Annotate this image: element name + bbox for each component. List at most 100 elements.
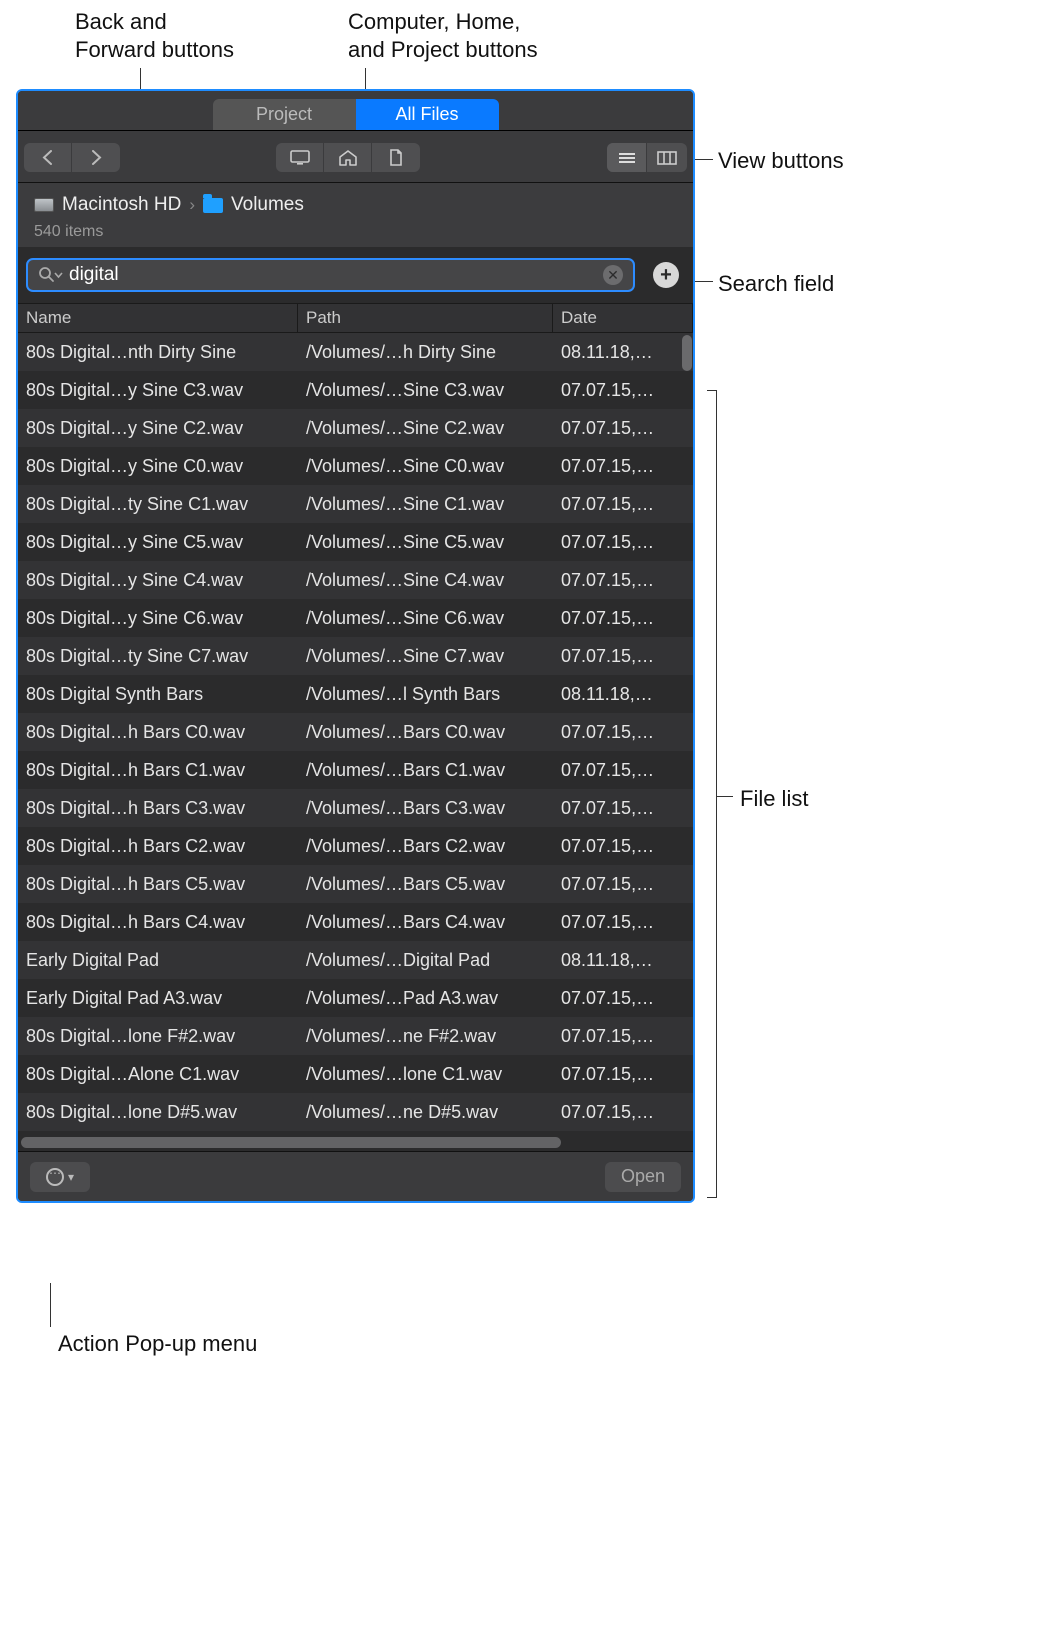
table-row[interactable]: 80s Digital…ty Sine C1.wav/Volumes/…Sine…: [18, 485, 693, 523]
table-row[interactable]: 80s Digital…y Sine C5.wav/Volumes/…Sine …: [18, 523, 693, 561]
table-row[interactable]: 80s Digital…h Bars C0.wav/Volumes/…Bars …: [18, 713, 693, 751]
horizontal-scrollbar-track: [18, 1133, 693, 1151]
home-button[interactable]: [324, 143, 372, 172]
cell-date: 07.07.15,…: [553, 874, 693, 895]
tab-all-files[interactable]: All Files: [356, 99, 499, 130]
search-input[interactable]: [69, 264, 603, 286]
cell-path: /Volumes/…Bars C2.wav: [298, 836, 553, 857]
cell-name: 80s Digital…Alone C1.wav: [18, 1064, 298, 1085]
cell-name: 80s Digital…h Bars C3.wav: [18, 798, 298, 819]
table-row[interactable]: 80s Digital…h Bars C3.wav/Volumes/…Bars …: [18, 789, 693, 827]
table-row[interactable]: 80s Digital Synth Bars/Volumes/…l Synth …: [18, 675, 693, 713]
table-row[interactable]: 80s Digital…nth Dirty Sine/Volumes/…h Di…: [18, 333, 693, 371]
callout-action-popup: Action Pop-up menu: [58, 1330, 257, 1358]
callout-location: Computer, Home, and Project buttons: [348, 8, 538, 63]
column-header-path[interactable]: Path: [298, 304, 553, 332]
cell-path: /Volumes/…Sine C4.wav: [298, 570, 553, 591]
table-row[interactable]: 80s Digital…h Bars C1.wav/Volumes/…Bars …: [18, 751, 693, 789]
vertical-scrollbar[interactable]: [682, 335, 692, 371]
table-row[interactable]: 80s Digital…h Bars C2.wav/Volumes/…Bars …: [18, 827, 693, 865]
project-button[interactable]: [372, 143, 420, 172]
cell-name: 80s Digital…h Bars C1.wav: [18, 760, 298, 781]
column-header-date[interactable]: Date: [553, 304, 693, 332]
file-browser-window: Project All Files: [16, 89, 695, 1203]
cell-name: 80s Digital…y Sine C5.wav: [18, 532, 298, 553]
cell-date: 07.07.15,…: [553, 988, 693, 1009]
cell-path: /Volumes/…Pad A3.wav: [298, 988, 553, 1009]
horizontal-scrollbar[interactable]: [21, 1137, 561, 1148]
cell-name: 80s Digital…y Sine C3.wav: [18, 380, 298, 401]
action-popup-menu[interactable]: ▾: [30, 1162, 90, 1192]
table-row[interactable]: 80s Digital…y Sine C3.wav/Volumes/…Sine …: [18, 371, 693, 409]
home-icon: [339, 150, 357, 166]
cell-path: /Volumes/…Sine C1.wav: [298, 494, 553, 515]
table-row[interactable]: 80s Digital…y Sine C6.wav/Volumes/…Sine …: [18, 599, 693, 637]
column-header-name[interactable]: Name: [18, 304, 298, 332]
table-row[interactable]: 80s Digital…Alone C1.wav/Volumes/…lone C…: [18, 1055, 693, 1093]
document-icon: [389, 149, 403, 166]
breadcrumb-separator: ›: [189, 195, 195, 215]
cell-path: /Volumes/…Sine C2.wav: [298, 418, 553, 439]
cell-date: 08.11.18,…: [553, 950, 693, 971]
cell-path: /Volumes/…Sine C7.wav: [298, 646, 553, 667]
cell-name: Early Digital Pad A3.wav: [18, 988, 298, 1009]
table-row[interactable]: 80s Digital…Alone C4.wav/Volumes/…lone C…: [18, 1131, 693, 1133]
chevron-right-icon: [91, 150, 102, 165]
cell-path: /Volumes/…Sine C6.wav: [298, 608, 553, 629]
table-row[interactable]: 80s Digital…ty Sine C7.wav/Volumes/…Sine…: [18, 637, 693, 675]
cell-date: 07.07.15,…: [553, 418, 693, 439]
cell-path: /Volumes/…h Dirty Sine: [298, 342, 553, 363]
cell-path: /Volumes/…Digital Pad: [298, 950, 553, 971]
location-group: [276, 143, 420, 172]
cell-name: 80s Digital…y Sine C0.wav: [18, 456, 298, 477]
file-list-wrap: 80s Digital…nth Dirty Sine/Volumes/…h Di…: [18, 333, 693, 1133]
file-list[interactable]: 80s Digital…nth Dirty Sine/Volumes/…h Di…: [18, 333, 693, 1133]
table-row[interactable]: 80s Digital…y Sine C4.wav/Volumes/…Sine …: [18, 561, 693, 599]
cell-name: 80s Digital…y Sine C6.wav: [18, 608, 298, 629]
table-header: Name Path Date: [18, 303, 693, 333]
computer-icon: [290, 150, 310, 165]
table-row[interactable]: 80s Digital…h Bars C4.wav/Volumes/…Bars …: [18, 903, 693, 941]
cell-name: 80s Digital…h Bars C0.wav: [18, 722, 298, 743]
table-row[interactable]: 80s Digital…lone D#5.wav/Volumes/…ne D#5…: [18, 1093, 693, 1131]
list-view-button[interactable]: [607, 143, 647, 172]
tab-project[interactable]: Project: [213, 99, 356, 130]
cell-name: 80s Digital…lone F#2.wav: [18, 1026, 298, 1047]
table-row[interactable]: 80s Digital…lone F#2.wav/Volumes/…ne F#2…: [18, 1017, 693, 1055]
clear-search-button[interactable]: ✕: [603, 265, 623, 285]
cell-date: 07.07.15,…: [553, 836, 693, 857]
cell-path: /Volumes/…Bars C4.wav: [298, 912, 553, 933]
column-view-button[interactable]: [647, 143, 687, 172]
cell-date: 07.07.15,…: [553, 608, 693, 629]
cell-date: 07.07.15,…: [553, 1026, 693, 1047]
table-row[interactable]: 80s Digital…y Sine C0.wav/Volumes/…Sine …: [18, 447, 693, 485]
cell-path: /Volumes/…Bars C0.wav: [298, 722, 553, 743]
add-button[interactable]: +: [653, 262, 679, 288]
callout-search: Search field: [718, 270, 834, 298]
cell-path: /Volumes/…Sine C0.wav: [298, 456, 553, 477]
cell-date: 07.07.15,…: [553, 1102, 693, 1123]
cell-name: 80s Digital…ty Sine C7.wav: [18, 646, 298, 667]
cell-date: 07.07.15,…: [553, 456, 693, 477]
cell-path: /Volumes/…Sine C3.wav: [298, 380, 553, 401]
list-icon: [618, 152, 636, 164]
breadcrumb-folder[interactable]: Volumes: [231, 194, 304, 216]
back-button[interactable]: [24, 143, 72, 172]
table-row[interactable]: Early Digital Pad A3.wav/Volumes/…Pad A3…: [18, 979, 693, 1017]
table-row[interactable]: Early Digital Pad/Volumes/…Digital Pad08…: [18, 941, 693, 979]
cell-date: 08.11.18,…: [553, 684, 693, 705]
cell-name: 80s Digital…h Bars C4.wav: [18, 912, 298, 933]
open-button[interactable]: Open: [605, 1162, 681, 1192]
table-row[interactable]: 80s Digital…h Bars C5.wav/Volumes/…Bars …: [18, 865, 693, 903]
breadcrumb-disk[interactable]: Macintosh HD: [62, 194, 181, 216]
table-row[interactable]: 80s Digital…y Sine C2.wav/Volumes/…Sine …: [18, 409, 693, 447]
search-field[interactable]: ✕: [26, 258, 635, 292]
mode-tabs: Project All Files: [18, 91, 693, 131]
footer: ▾ Open: [18, 1151, 693, 1201]
forward-button[interactable]: [72, 143, 120, 172]
cell-date: 07.07.15,…: [553, 570, 693, 591]
computer-button[interactable]: [276, 143, 324, 172]
cell-name: 80s Digital…h Bars C2.wav: [18, 836, 298, 857]
cell-path: /Volumes/…lone C1.wav: [298, 1064, 553, 1085]
chevron-left-icon: [42, 150, 53, 165]
